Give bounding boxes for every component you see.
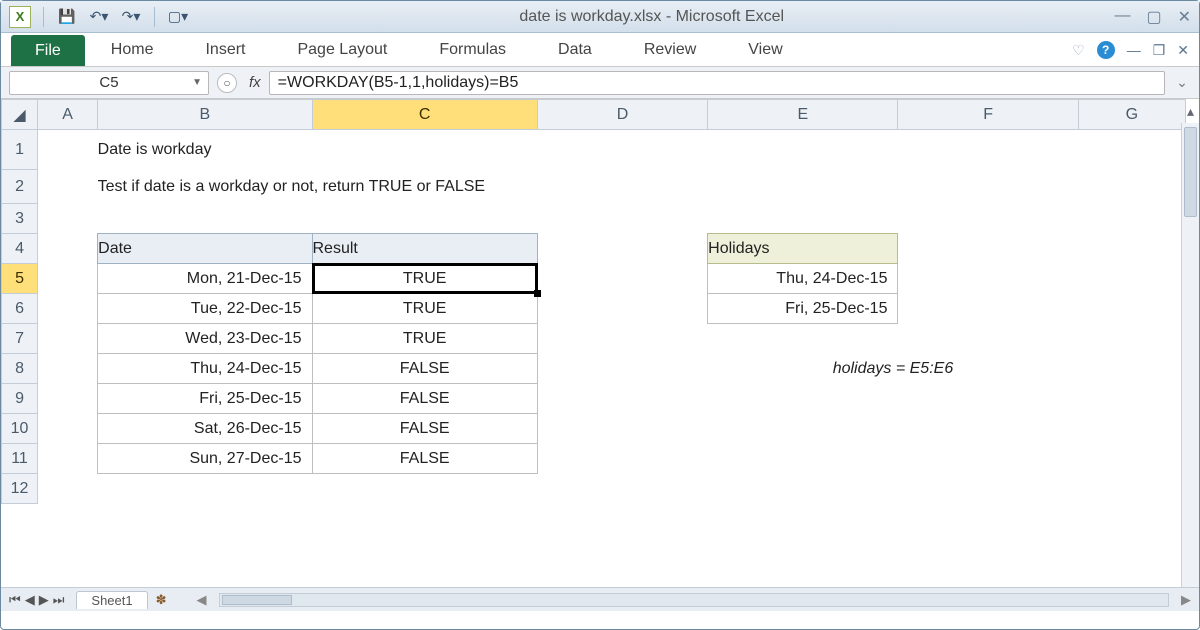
row-header-7[interactable]: 7 xyxy=(2,324,38,354)
chevron-down-icon[interactable]: ▼ xyxy=(192,77,202,88)
sheet-subtitle: Test if date is a workday or not, return… xyxy=(98,170,1079,204)
row-header-8[interactable]: 8 xyxy=(2,354,38,384)
horizontal-scrollbar[interactable] xyxy=(219,593,1169,607)
cell-B7[interactable]: Wed, 23-Dec-15 xyxy=(98,324,312,354)
ribbon: File Home Insert Page Layout Formulas Da… xyxy=(1,33,1199,67)
tab-review[interactable]: Review xyxy=(618,33,722,66)
doc-close-icon[interactable]: ✕ xyxy=(1177,42,1189,59)
hscroll-thumb[interactable] xyxy=(222,595,292,605)
col-header-E[interactable]: E xyxy=(708,100,898,130)
qat-more-icon[interactable]: ▢▾ xyxy=(167,6,189,28)
cell-B10[interactable]: Sat, 26-Dec-15 xyxy=(98,414,312,444)
row-header-4[interactable]: 4 xyxy=(2,234,38,264)
tab-formulas[interactable]: Formulas xyxy=(413,33,532,66)
tab-scroll-right-icon[interactable]: ▶ xyxy=(1181,592,1191,608)
close-icon[interactable]: ✕ xyxy=(1178,7,1191,27)
tab-view[interactable]: View xyxy=(722,33,808,66)
col-header-B[interactable]: B xyxy=(98,100,312,130)
name-box-value: C5 xyxy=(99,74,118,91)
cancel-formula-icon[interactable]: ○ xyxy=(217,73,237,93)
excel-app-icon[interactable]: X xyxy=(9,6,31,28)
row-header-2[interactable]: 2 xyxy=(2,170,38,204)
expand-formula-bar-icon[interactable]: ⌄ xyxy=(1173,74,1191,91)
title-bar: X 💾 ↶▾ ↷▾ ▢▾ date is workday.xlsx - Micr… xyxy=(1,1,1199,33)
row-header-1[interactable]: 1 xyxy=(2,130,38,170)
col-header-C[interactable]: C xyxy=(312,100,537,130)
col-header-G[interactable]: G xyxy=(1078,100,1185,130)
row-header-3[interactable]: 3 xyxy=(2,204,38,234)
cell-C5-value: TRUE xyxy=(403,270,447,287)
col-header-A[interactable]: A xyxy=(38,100,98,130)
sheet-title: Date is workday xyxy=(98,130,1079,170)
col-header-F[interactable]: F xyxy=(898,100,1078,130)
qat-separator xyxy=(43,7,44,27)
formula-bar: C5 ▼ ○ fx =WORKDAY(B5-1,1,holidays)=B5 ⌄ xyxy=(1,67,1199,99)
worksheet-grid[interactable]: ◢ A B C D E F G 1 Date is workday 2 Test… xyxy=(1,99,1199,587)
cell-E5[interactable]: Thu, 24-Dec-15 xyxy=(708,264,898,294)
sheet-nav-prev-icon[interactable]: ◀ xyxy=(25,592,35,608)
tab-insert[interactable]: Insert xyxy=(179,33,271,66)
cell-B11[interactable]: Sun, 27-Dec-15 xyxy=(98,444,312,474)
undo-icon[interactable]: ↶▾ xyxy=(88,6,110,28)
cell-B9[interactable]: Fri, 25-Dec-15 xyxy=(98,384,312,414)
cell-C9[interactable]: FALSE xyxy=(312,384,537,414)
cell-B5[interactable]: Mon, 21-Dec-15 xyxy=(98,264,312,294)
help-icon[interactable]: ? xyxy=(1097,41,1115,59)
quick-access-toolbar: X 💾 ↶▾ ↷▾ ▢▾ xyxy=(9,6,189,28)
qat-separator xyxy=(154,7,155,27)
col-header-D[interactable]: D xyxy=(537,100,707,130)
tab-page-layout[interactable]: Page Layout xyxy=(271,33,413,66)
sheet-nav: ⏮ ◀ ▶ ⏭ xyxy=(1,592,72,608)
header-holidays[interactable]: Holidays xyxy=(708,234,898,264)
cell-B8[interactable]: Thu, 24-Dec-15 xyxy=(98,354,312,384)
select-all-corner[interactable]: ◢ xyxy=(2,100,38,130)
minimize-icon[interactable]: — xyxy=(1114,7,1130,27)
new-sheet-icon[interactable]: ✽ xyxy=(156,592,167,608)
row-header-10[interactable]: 10 xyxy=(2,414,38,444)
cell-C10[interactable]: FALSE xyxy=(312,414,537,444)
cell-E6[interactable]: Fri, 25-Dec-15 xyxy=(708,294,898,324)
sheet-nav-last-icon[interactable]: ⏭ xyxy=(53,592,65,608)
tab-scroll-left-icon[interactable]: ◀ xyxy=(197,592,207,608)
cell-B6[interactable]: Tue, 22-Dec-15 xyxy=(98,294,312,324)
row-header-9[interactable]: 9 xyxy=(2,384,38,414)
sheet-tab-sheet1[interactable]: Sheet1 xyxy=(76,591,147,609)
tab-home[interactable]: Home xyxy=(85,33,180,66)
row-header-5[interactable]: 5 xyxy=(2,264,38,294)
window-title: date is workday.xlsx - Microsoft Excel xyxy=(189,8,1114,26)
cell-C8[interactable]: FALSE xyxy=(312,354,537,384)
cell-C5[interactable]: TRUE xyxy=(312,264,537,294)
formula-input[interactable]: =WORKDAY(B5-1,1,holidays)=B5 xyxy=(269,71,1165,95)
vertical-scrollbar[interactable]: ▴ xyxy=(1181,123,1199,587)
cell-C7[interactable]: TRUE xyxy=(312,324,537,354)
tab-data[interactable]: Data xyxy=(532,33,618,66)
cell-C11[interactable]: FALSE xyxy=(312,444,537,474)
sheet-tab-bar: ⏮ ◀ ▶ ⏭ Sheet1 ✽ ◀ ▶ xyxy=(1,587,1199,611)
fill-handle[interactable] xyxy=(534,290,541,297)
redo-icon[interactable]: ↷▾ xyxy=(120,6,142,28)
sheet-nav-next-icon[interactable]: ▶ xyxy=(39,592,49,608)
maximize-icon[interactable]: ▢ xyxy=(1146,7,1161,27)
cell-C6[interactable]: TRUE xyxy=(312,294,537,324)
window-controls: — ▢ ✕ xyxy=(1114,7,1191,27)
header-result[interactable]: Result xyxy=(312,234,537,264)
holidays-note: holidays = E5:E6 xyxy=(708,354,1079,384)
row-header-11[interactable]: 11 xyxy=(2,444,38,474)
scroll-thumb[interactable] xyxy=(1184,127,1197,217)
file-tab[interactable]: File xyxy=(11,35,85,66)
row-header-6[interactable]: 6 xyxy=(2,294,38,324)
fx-icon[interactable]: fx xyxy=(249,74,261,91)
header-date[interactable]: Date xyxy=(98,234,312,264)
name-box[interactable]: C5 ▼ xyxy=(9,71,209,95)
doc-restore-icon[interactable]: ❐ xyxy=(1153,42,1166,59)
ribbon-minimize-icon[interactable]: ♡ xyxy=(1072,42,1085,59)
scroll-up-icon[interactable]: ▴ xyxy=(1182,103,1199,120)
doc-minimize-icon[interactable]: — xyxy=(1127,42,1141,58)
save-icon[interactable]: 💾 xyxy=(56,6,78,28)
sheet-nav-first-icon[interactable]: ⏮ xyxy=(9,592,21,608)
row-header-12[interactable]: 12 xyxy=(2,474,38,504)
formula-text: =WORKDAY(B5-1,1,holidays)=B5 xyxy=(278,74,519,92)
